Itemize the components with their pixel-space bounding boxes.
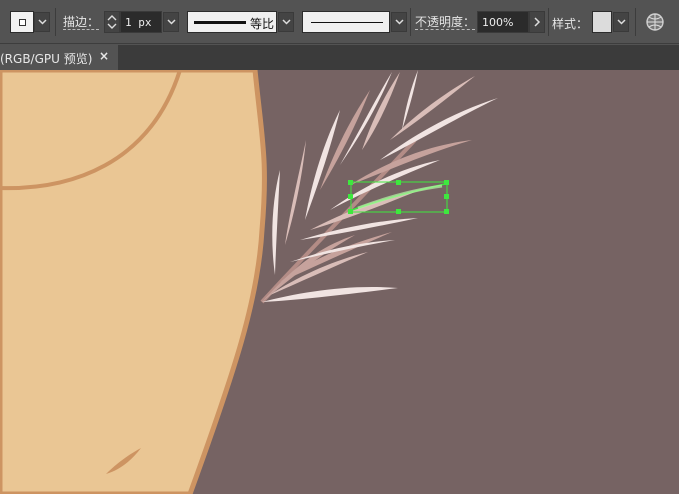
document-tab-title: (RGB/GPU 预览) [0,52,93,66]
brush-definition[interactable] [302,11,390,33]
separator [635,8,636,36]
fill-dropdown-chevron-down-icon[interactable] [34,12,50,32]
stroke-weight-input[interactable]: 1 px [120,11,162,33]
stroke-weight-chevron-down-icon[interactable] [163,12,179,32]
selection-handle[interactable] [396,180,401,185]
opacity-chevron-right-icon[interactable] [529,11,545,33]
profile-chevron-down-icon[interactable] [278,12,294,32]
selection-handle[interactable] [444,209,449,214]
separator [410,8,411,36]
stroke-stepper-icon[interactable] [104,11,120,33]
profile-label: 等比 [250,17,275,31]
separator [55,8,56,36]
selection-handle[interactable] [396,209,401,214]
globe-icon[interactable] [645,12,665,32]
opacity-input[interactable]: 100% [477,11,529,33]
selection-handle[interactable] [348,180,353,185]
document-tab[interactable]: (RGB/GPU 预览) × [0,45,118,70]
selection-handle[interactable] [444,180,449,185]
brush-chevron-down-icon[interactable] [391,12,407,32]
separator [548,8,549,36]
selection-handle[interactable] [348,194,353,199]
close-icon[interactable]: × [99,49,109,63]
fill-swatch-icon[interactable] [10,11,34,33]
artboard-canvas[interactable] [0,70,679,494]
opacity-label[interactable]: 不透明度： [415,15,476,30]
variable-width-profile[interactable]: 等比 [187,11,277,33]
graphic-style-swatch[interactable] [592,11,612,33]
style-chevron-down-icon[interactable] [613,12,629,32]
style-label: 样式： [552,17,589,31]
stroke-label[interactable]: 描边： [63,15,100,30]
selection-handle[interactable] [444,194,449,199]
control-bar: 描边： 1 px 等比 不透明度： 100% 样式： [0,0,679,44]
document-tab-bar: (RGB/GPU 预览) × [0,45,679,70]
selection-handle[interactable] [348,209,353,214]
